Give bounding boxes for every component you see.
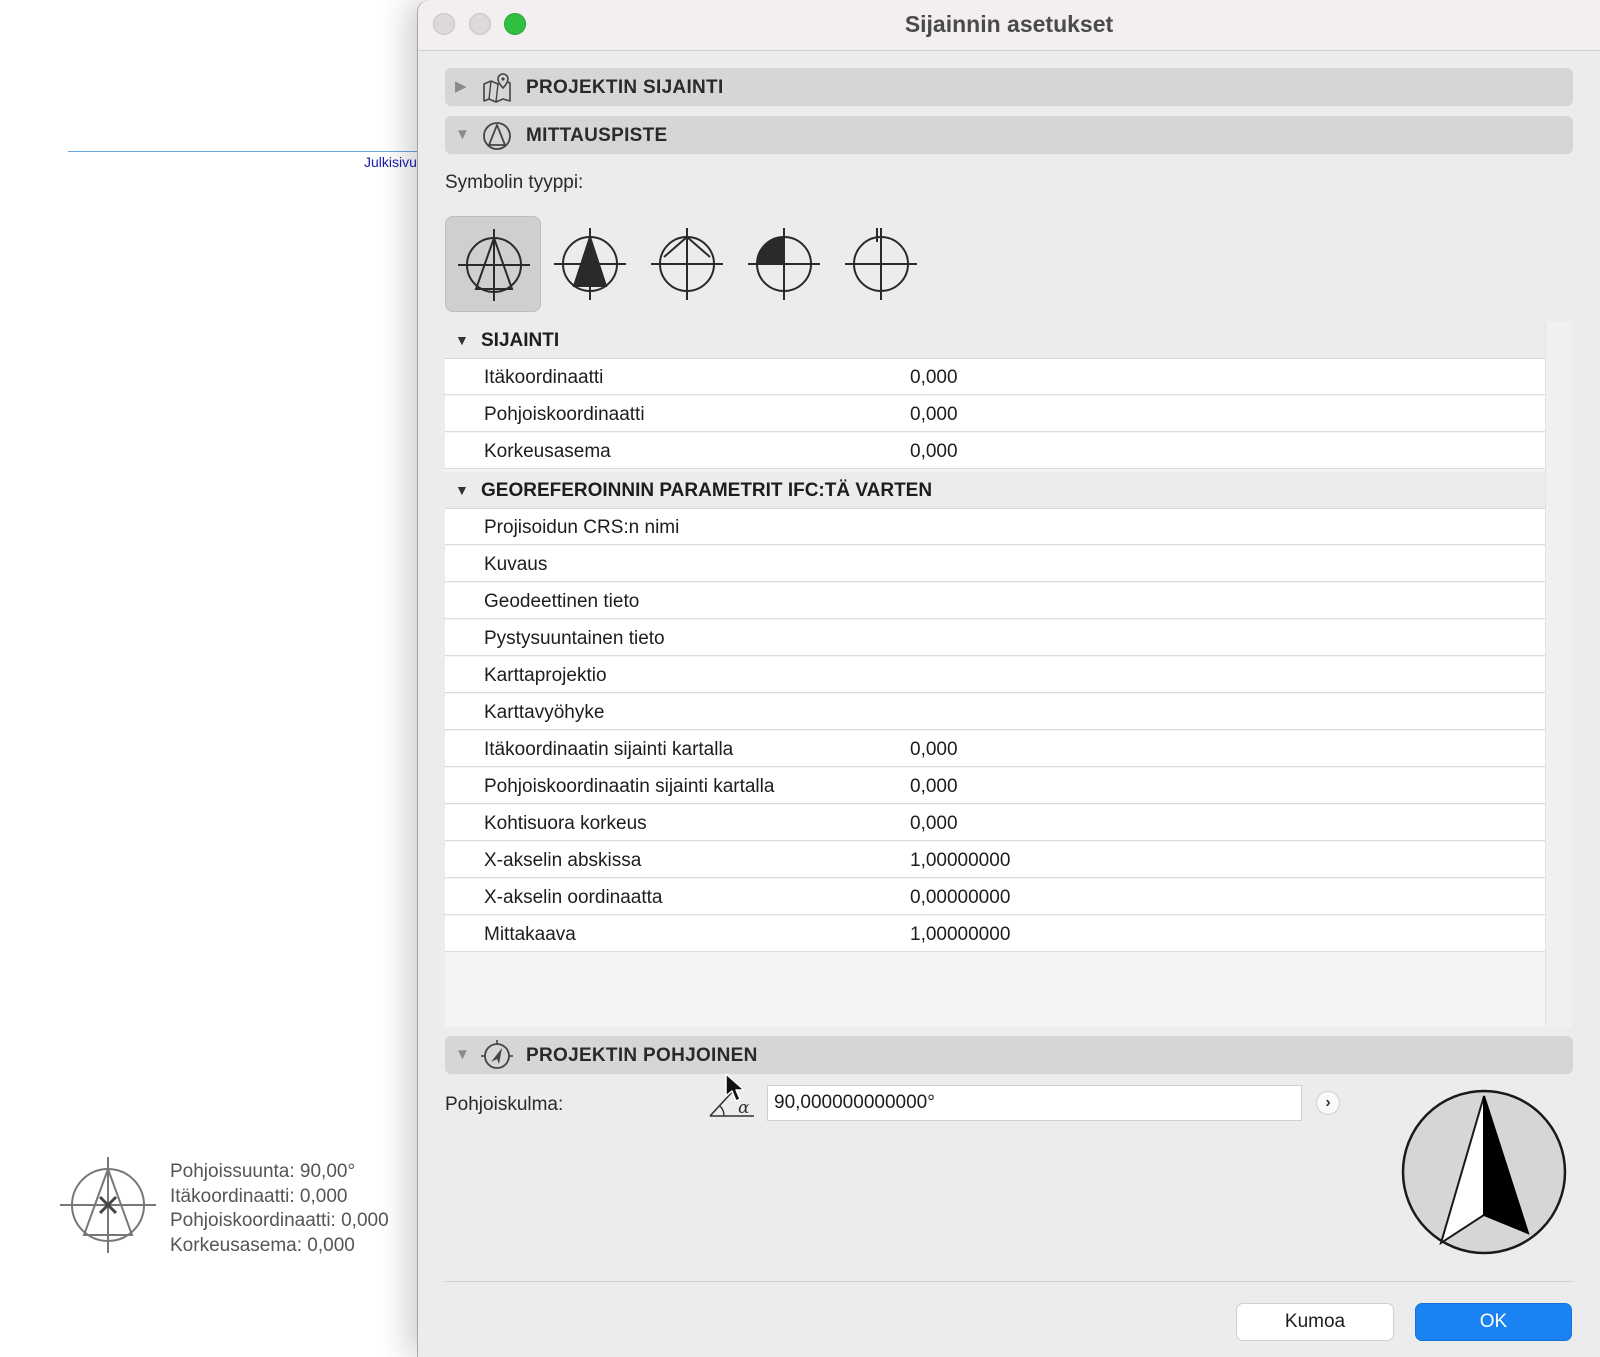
table-row[interactable]: Itäkoordinaatti 0,000 <box>445 359 1545 395</box>
table-row[interactable]: Karttavyöhyke <box>445 694 1545 730</box>
disclosure-down-icon[interactable]: ▼ <box>455 1047 471 1063</box>
symbol-type-2-button[interactable] <box>542 216 638 312</box>
property-name: Mittakaava <box>484 924 576 945</box>
section-label: PROJEKTIN SIJAINTI <box>526 77 724 98</box>
disclosure-down-icon[interactable]: ▼ <box>455 482 469 498</box>
mouse-cursor-icon <box>725 1073 745 1102</box>
table-row[interactable]: Pohjoiskoordinaatti 0,000 <box>445 396 1545 432</box>
info-north-direction: Pohjoissuunta: 90,00° <box>170 1161 356 1182</box>
survey-point-symbol-icon[interactable] <box>58 1155 158 1255</box>
property-name: Karttavyöhyke <box>484 702 605 723</box>
north-angle-label: Pohjoiskulma: <box>445 1094 564 1115</box>
group-label: GEOREFEROINNIN PARAMETRIT IFC:TÄ VARTEN <box>481 480 933 501</box>
chevron-right-icon[interactable]: › <box>1316 1091 1340 1115</box>
symbol-crosshair-icon <box>845 228 917 300</box>
dialog-title: Sijainnin asetukset <box>904 11 1114 37</box>
table-row[interactable]: X-akselin abskissa 1,00000000 <box>445 842 1545 878</box>
disclosure-right-icon[interactable]: ▶ <box>455 79 471 95</box>
property-value[interactable]: 1,00000000 <box>910 850 1010 872</box>
table-row[interactable]: Geodeettinen tieto <box>445 583 1545 619</box>
symbol-quarter-filled-icon <box>748 228 820 300</box>
table-row[interactable]: Itäkoordinaatin sijainti kartalla 0,000 <box>445 731 1545 767</box>
symbol-type-5-button[interactable] <box>833 216 929 312</box>
table-row[interactable]: Korkeusasema 0,000 <box>445 433 1545 469</box>
property-name: Kuvaus <box>484 554 548 575</box>
symbol-type-label: Symbolin tyyppi: <box>445 172 584 193</box>
symbol-type-4-button[interactable] <box>736 216 832 312</box>
symbol-crosshair-triangle-icon <box>651 228 723 300</box>
property-name: Korkeusasema <box>484 441 611 462</box>
property-value[interactable]: 0,000 <box>910 776 958 798</box>
info-north-coordinate: Pohjoiskoordinaatti: 0,000 <box>170 1210 389 1231</box>
symbol-triangle-open-icon <box>458 229 530 301</box>
elevation-marker-label[interactable]: Julkisivu <box>364 154 417 170</box>
compass-preview-icon <box>1401 1089 1567 1255</box>
title-bar[interactable]: Sijainnin asetukset <box>418 0 1600 51</box>
symbol-type-1-button[interactable] <box>445 216 541 312</box>
survey-point-icon <box>483 122 511 150</box>
symbol-triangle-filled-icon <box>554 228 626 300</box>
info-elevation: Korkeusasema: 0,000 <box>170 1234 355 1256</box>
property-name: Karttaprojektio <box>484 665 607 686</box>
table-row[interactable]: X-akselin oordinaatta 0,00000000 <box>445 879 1545 915</box>
table-row[interactable]: Karttaprojektio <box>445 657 1545 693</box>
property-name: Itäkoordinaatti <box>484 367 604 388</box>
property-value[interactable]: 0,000 <box>910 404 958 426</box>
symbol-type-3-button[interactable] <box>639 216 735 312</box>
table-row[interactable]: Kuvaus <box>445 546 1545 582</box>
table-row[interactable]: Mittakaava 1,00000000 <box>445 916 1545 952</box>
cancel-button[interactable]: Kumoa <box>1236 1303 1394 1341</box>
property-value[interactable]: 0,00000000 <box>910 887 1010 909</box>
table-row[interactable]: Projisoidun CRS:n nimi <box>445 509 1545 545</box>
elevation-marker-line <box>68 151 418 152</box>
property-name: Projisoidun CRS:n nimi <box>484 517 680 538</box>
section-survey-point[interactable]: ▼ MITTAUSPISTE <box>445 116 1573 154</box>
property-value[interactable]: 1,00000000 <box>910 924 1010 946</box>
property-name: Itäkoordinaatin sijainti kartalla <box>484 739 734 760</box>
property-name: Pystysuuntainen tieto <box>484 628 665 649</box>
group-label: SIJAINTI <box>481 330 560 351</box>
section-label: MITTAUSPISTE <box>526 125 668 146</box>
property-name: Pohjoiskoordinaatin sijainti kartalla <box>484 776 775 797</box>
location-settings-dialog: Sijainnin asetukset ▶ PROJEKTIN SIJAINTI… <box>418 0 1600 1357</box>
table-row[interactable]: Kohtisuora korkeus 0,000 <box>445 805 1545 841</box>
property-name: Pohjoiskoordinaatti <box>484 404 645 425</box>
property-name: X-akselin abskissa <box>484 850 642 871</box>
table-scrollbar[interactable] <box>1545 322 1572 1027</box>
group-location[interactable]: ▼ SIJAINTI <box>445 322 1545 359</box>
ok-button[interactable]: OK <box>1415 1303 1572 1341</box>
disclosure-down-icon[interactable]: ▼ <box>455 332 469 348</box>
info-east-coordinate: Itäkoordinaatti: 0,000 <box>170 1185 348 1207</box>
property-name: Kohtisuora korkeus <box>484 813 647 834</box>
north-arrow-icon <box>481 1040 513 1069</box>
table-row[interactable]: Pohjoiskoordinaatin sijainti kartalla 0,0… <box>445 768 1545 804</box>
footer-separator <box>445 1281 1573 1282</box>
section-project-north[interactable]: ▼ PROJEKTIN POHJOINEN <box>445 1036 1573 1074</box>
map-pin-icon <box>483 73 511 103</box>
disclosure-down-icon[interactable]: ▼ <box>455 127 471 143</box>
property-value[interactable]: 0,000 <box>910 739 958 761</box>
section-label: PROJEKTIN POHJOINEN <box>526 1045 758 1066</box>
north-angle-input[interactable] <box>767 1085 1302 1121</box>
property-value[interactable]: 0,000 <box>910 813 958 835</box>
table-row[interactable]: Pystysuuntainen tieto <box>445 620 1545 656</box>
property-name: Geodeettinen tieto <box>484 591 640 612</box>
section-project-location[interactable]: ▶ PROJEKTIN SIJAINTI <box>445 68 1573 106</box>
property-name: X-akselin oordinaatta <box>484 887 663 908</box>
group-ifc-georeferencing[interactable]: ▼ GEOREFEROINNIN PARAMETRIT IFC:TÄ VARTE… <box>445 472 1545 509</box>
property-value[interactable]: 0,000 <box>910 367 958 389</box>
property-value[interactable]: 0,000 <box>910 441 958 463</box>
survey-point-info: Pohjoissuunta: 90,00° Itäkoordinaatti: 0… <box>170 1160 389 1258</box>
properties-table: ▼ SIJAINTI Itäkoordinaatti 0,000 Pohjoisko… <box>445 322 1545 1027</box>
